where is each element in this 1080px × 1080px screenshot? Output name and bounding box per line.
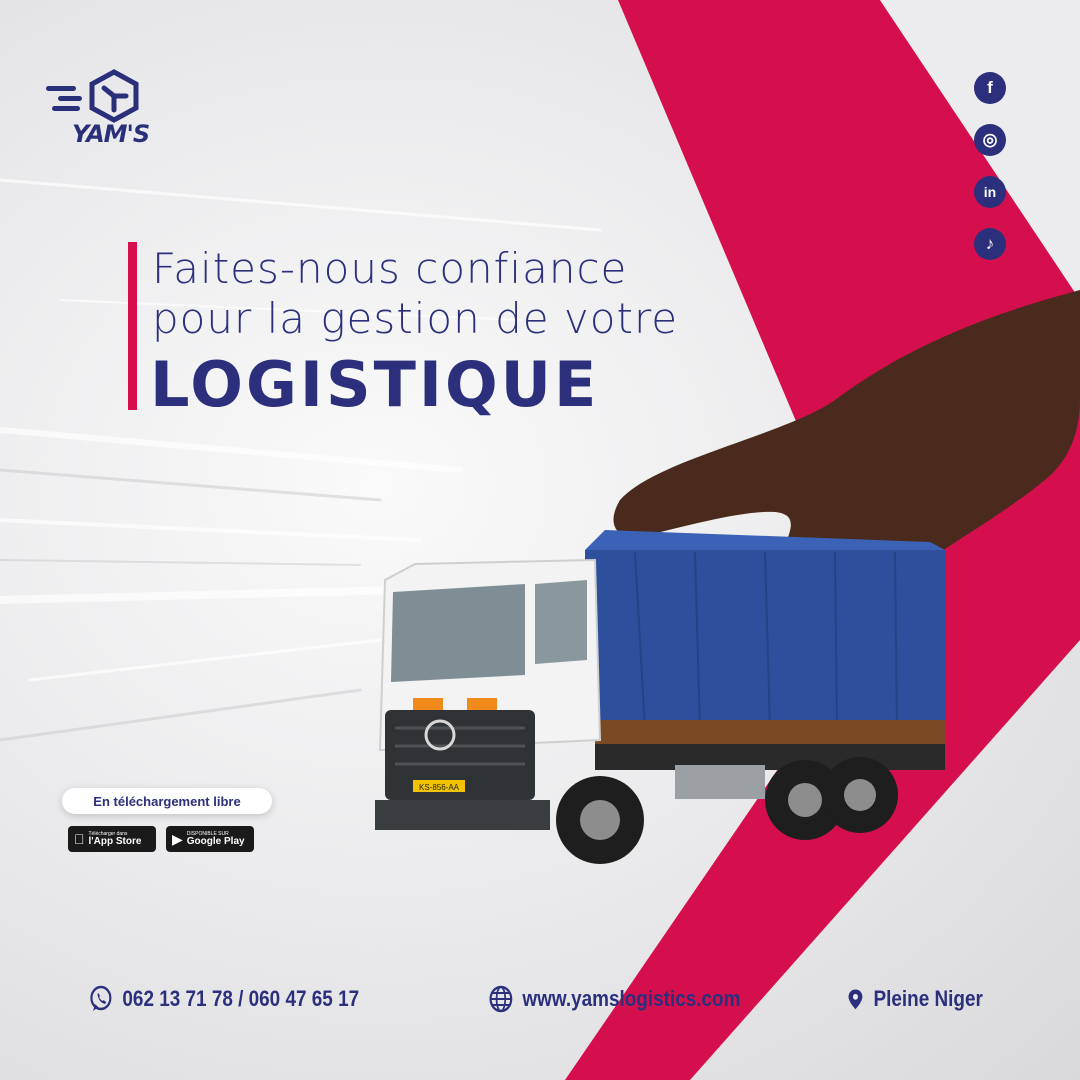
poster: YAM'S f ◎ in ♪ Faites-nous confiance pou… — [0, 0, 1080, 1080]
truck-with-hand-illustration: KS-856-AA — [375, 290, 1080, 864]
google-play-big-label: Google Play — [186, 835, 245, 847]
facebook-icon[interactable]: f — [974, 72, 1006, 104]
location-pin-icon — [848, 989, 863, 1010]
app-store-big-label: l'App Store — [78, 835, 142, 847]
linkedin-icon[interactable]: in — [974, 176, 1006, 208]
google-play-button[interactable]: ▶ DISPONIBLE SUR Google Play — [166, 826, 254, 852]
download-label: En téléchargement libre — [62, 788, 272, 814]
globe-icon — [489, 985, 513, 1013]
tiktok-icon[interactable]: ♪ — [974, 228, 1006, 260]
footer-phone[interactable]: 062 13 71 78 / 060 47 65 17 — [88, 984, 359, 1014]
phone-number: 062 13 71 78 / 060 47 65 17 — [122, 986, 360, 1011]
headline-accent-bar — [128, 242, 137, 410]
whatsapp-icon — [90, 985, 112, 1011]
social-links: f ◎ in ♪ — [974, 72, 1008, 280]
apple-icon:  — [74, 831, 85, 847]
footer-website[interactable]: www.yamslogistics.com — [488, 984, 740, 1014]
app-store-button[interactable]:  Télécharger dans l'App Store — [68, 826, 156, 852]
google-play-icon: ▶ — [172, 830, 183, 847]
instagram-icon[interactable]: ◎ — [974, 124, 1006, 156]
website-url: www.yamslogistics.com — [522, 986, 741, 1011]
license-plate: KS-856-AA — [419, 783, 460, 792]
footer-location: Pleine Niger — [846, 984, 983, 1014]
brand-name: YAM'S — [72, 120, 150, 148]
location-text: Pleine Niger — [873, 986, 983, 1011]
